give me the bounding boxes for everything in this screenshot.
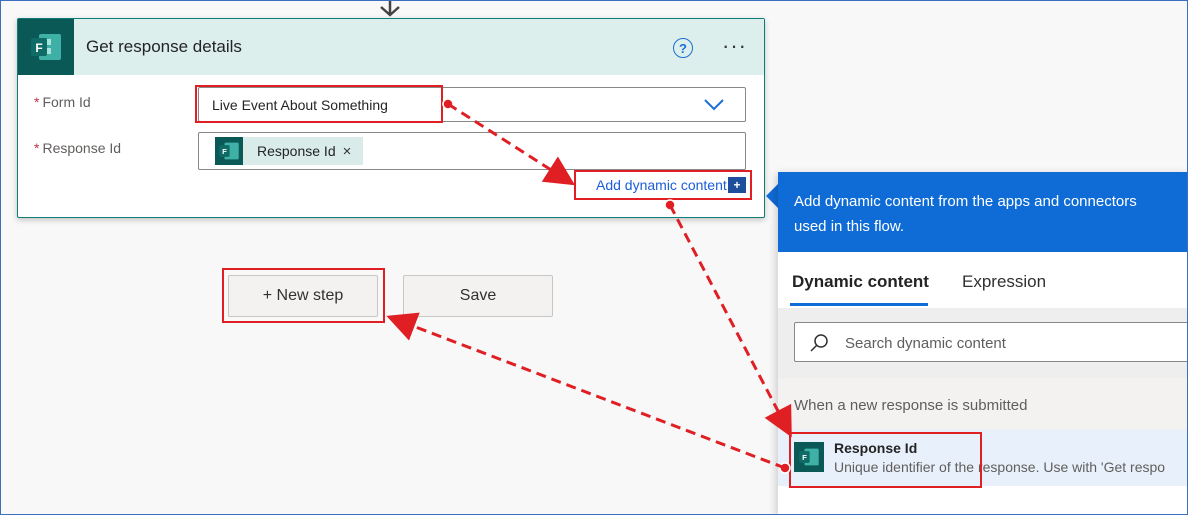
svg-text:F: F [35, 41, 42, 55]
chevron-down-icon[interactable] [704, 99, 724, 111]
forms-icon: F [18, 19, 74, 75]
arrow-item-to-new-step [386, 312, 786, 470]
search-icon [810, 334, 828, 352]
required-mark: * [34, 94, 40, 110]
save-button[interactable]: Save [403, 275, 553, 317]
response-id-label: * Response Id [34, 140, 121, 156]
token-label: Response Id [257, 143, 336, 159]
panel-header: Add dynamic content from the apps and co… [778, 172, 1188, 252]
response-id-input[interactable]: F Response Id × [198, 132, 746, 170]
annotation-box-new-step [222, 268, 385, 323]
more-options-icon[interactable]: ··· [722, 33, 747, 59]
annotation-box-form-id [195, 85, 443, 123]
active-tab-indicator [790, 303, 928, 306]
remove-token-icon[interactable]: × [343, 143, 352, 160]
annotation-box-add-dynamic [574, 170, 752, 200]
response-id-token[interactable]: F Response Id × [215, 137, 363, 165]
search-area: Search dynamic content [778, 308, 1188, 378]
panel-pointer [766, 184, 778, 208]
forms-icon: F [215, 137, 243, 165]
required-mark: * [34, 140, 40, 156]
response-id-label-text: Response Id [42, 140, 122, 156]
annotation-box-response-id [789, 432, 982, 488]
form-id-label: * Form Id [34, 94, 91, 110]
svg-text:F: F [222, 147, 227, 156]
card-title: Get response details [86, 37, 242, 56]
arrow-dynamic-to-item [668, 204, 792, 438]
help-icon[interactable]: ? [673, 38, 693, 58]
form-id-label-text: Form Id [42, 94, 91, 110]
section-title: When a new response is submitted [794, 397, 1028, 414]
search-placeholder: Search dynamic content [845, 335, 1006, 352]
card-header[interactable]: F Get response details ? ··· [18, 19, 764, 75]
connector-arrow-icon [380, 0, 400, 17]
tab-dynamic-content[interactable]: Dynamic content [792, 272, 929, 292]
search-input[interactable]: Search dynamic content [794, 322, 1188, 362]
tab-expression[interactable]: Expression [962, 272, 1046, 292]
